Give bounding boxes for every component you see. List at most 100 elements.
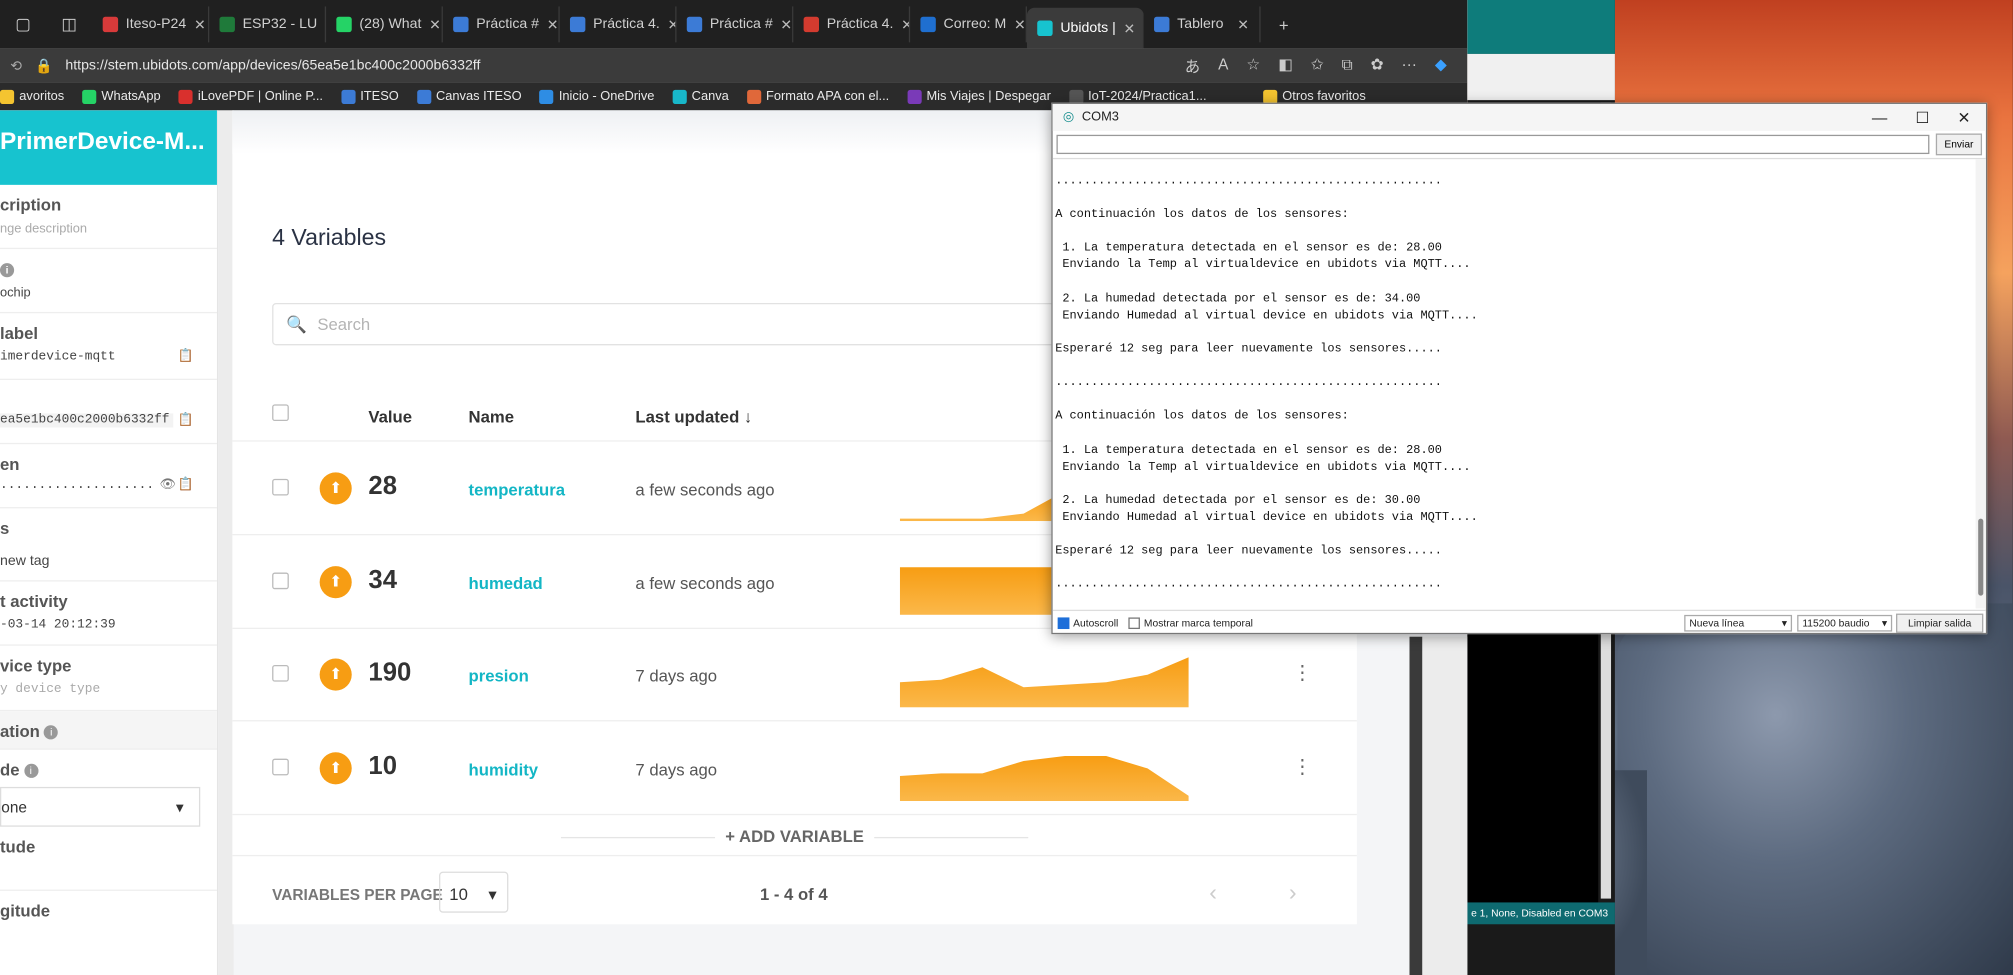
tab-1[interactable]: ESP32 - LU✕ [209, 6, 327, 43]
prev-page-icon[interactable]: ‹ [1209, 879, 1217, 906]
close-tab-icon[interactable]: ✕ [901, 16, 909, 32]
more-menu-icon[interactable]: ··· [1401, 55, 1416, 77]
tab-actions-icon[interactable]: ◫ [46, 14, 92, 35]
serial-monitor-title: COM3 [1081, 110, 1119, 125]
last-updated-header[interactable]: Last updated ↓ [635, 407, 752, 426]
bookmark-icon [746, 89, 761, 104]
close-tab-icon[interactable]: ✕ [194, 16, 206, 32]
back-icon[interactable]: ⟲ [10, 57, 22, 73]
timestamp-checkbox[interactable] [1128, 616, 1141, 629]
bookmark-7[interactable]: Formato APA con el... [746, 89, 889, 104]
bookmark-4[interactable]: Canvas ITESO [416, 89, 522, 104]
info-icon[interactable]: i [0, 263, 15, 278]
tab-6[interactable]: Práctica 4. ✕ [793, 6, 911, 43]
copy-token-icon[interactable]: 📋 [178, 478, 194, 492]
close-icon[interactable]: ✕ [1958, 108, 1971, 126]
tab-label: Tablero [1177, 16, 1224, 33]
close-tab-icon[interactable]: ✕ [1237, 16, 1249, 32]
eye-icon[interactable]: 👁 [160, 478, 176, 492]
tab-label: (28) What [359, 16, 422, 33]
tab-3[interactable]: Práctica # ✕ [443, 6, 560, 43]
search-input[interactable]: 🔍 Search [272, 302, 1069, 346]
variable-name[interactable]: humidity [469, 759, 539, 778]
name-header[interactable]: Name [469, 407, 514, 426]
select-all-checkbox[interactable] [272, 404, 289, 422]
close-tab-icon[interactable]: ✕ [780, 16, 792, 32]
add-variable-button[interactable]: + ADD VARIABLE [232, 827, 1357, 846]
extensions-icon[interactable]: ✿ [1371, 55, 1384, 77]
row-checkbox[interactable] [272, 478, 289, 496]
location-info-icon[interactable]: i [44, 725, 59, 740]
tab-0[interactable]: Iteso-P24 ✕ [92, 6, 210, 43]
tab-9[interactable]: Tablero ✕ [1144, 6, 1261, 43]
background-window-toolbar [1467, 53, 1615, 101]
serial-monitor-titlebar[interactable]: ◎ COM3 — ☐ ✕ [1052, 103, 1986, 131]
close-tab-icon[interactable]: ✕ [1014, 16, 1026, 32]
bookmark-label: WhatsApp [101, 89, 161, 104]
send-button[interactable]: Enviar [1935, 133, 1983, 156]
close-tab-icon[interactable]: ✕ [429, 16, 441, 32]
serial-scroll-thumb[interactable] [1978, 518, 1984, 596]
new-tab-button[interactable]: + [1261, 15, 1307, 34]
serial-scrollbar[interactable] [1975, 159, 1986, 609]
table-row[interactable]: ⬆ 10 humidity 7 days ago ⋮ [232, 721, 1357, 815]
bookmark-8[interactable]: Mis Viajes | Despegar [907, 89, 1051, 104]
baud-select[interactable]: 115200 baudio ▾ [1797, 614, 1893, 632]
serial-options: Autoscroll Mostrar marca temporal Nueva … [1052, 609, 1986, 634]
browser-scrollbar[interactable] [1409, 636, 1423, 975]
per-page-select[interactable]: 10 ▾ [439, 871, 509, 913]
next-page-icon[interactable]: › [1289, 879, 1297, 906]
bookmark-10[interactable]: Otros favoritos [1263, 89, 1366, 104]
read-aloud-icon[interactable]: A [1218, 55, 1228, 77]
variable-name[interactable]: temperatura [469, 480, 565, 499]
collections-icon[interactable]: ⧉ [1342, 55, 1353, 77]
device-name[interactable]: PrimerDevice-M... [0, 110, 217, 185]
variable-name[interactable]: humedad [469, 573, 543, 592]
bookmark-1[interactable]: WhatsApp [82, 89, 161, 104]
mode-select[interactable]: one ▾ [0, 786, 201, 827]
mode-info-icon[interactable]: i [23, 764, 38, 779]
favorite-star-icon[interactable]: ☆ [1246, 55, 1260, 77]
copy-icon[interactable]: 📋 [178, 349, 194, 363]
bookmark-0[interactable]: avoritos [0, 89, 64, 104]
row-checkbox[interactable] [272, 758, 289, 775]
tab-7[interactable]: Correo: M ✕ [910, 6, 1027, 43]
workspaces-icon[interactable]: ▢ [0, 14, 46, 35]
close-tab-icon[interactable]: ✕ [547, 16, 559, 32]
bookmark-6[interactable]: Canva [672, 89, 729, 104]
bookmark-2[interactable]: iLovePDF | Online P... [178, 89, 323, 104]
device-type-field[interactable]: y device type [0, 683, 217, 697]
add-tag-field[interactable]: new tag [0, 553, 217, 568]
value-header[interactable]: Value [368, 407, 412, 426]
line-ending-select[interactable]: Nueva línea ▾ [1684, 614, 1793, 632]
bookmark-5[interactable]: Inicio - OneDrive [539, 89, 654, 104]
tab-2[interactable]: (28) What ✕ [326, 6, 443, 43]
minimize-icon[interactable]: — [1872, 108, 1887, 126]
translate-icon[interactable]: あ [1185, 55, 1200, 77]
tab-8[interactable]: Ubidots | ✕ [1026, 7, 1144, 49]
serial-input[interactable] [1056, 134, 1930, 155]
close-tab-icon[interactable]: ✕ [667, 16, 675, 32]
maximize-icon[interactable]: ☐ [1916, 108, 1930, 126]
bookmark-label: Canvas ITESO [435, 89, 522, 104]
split-screen-icon[interactable]: ◧ [1278, 55, 1293, 77]
favorites-icon[interactable]: ✩ [1311, 55, 1324, 77]
autoscroll-checkbox[interactable] [1057, 616, 1070, 629]
bookmark-3[interactable]: ITESO [340, 89, 399, 104]
lock-icon[interactable]: 🔒 [35, 57, 53, 73]
row-menu-icon[interactable]: ⋮ [1293, 661, 1312, 684]
close-tab-icon[interactable]: ✕ [1124, 20, 1136, 36]
description-field[interactable]: nge description [0, 222, 217, 236]
copilot-icon[interactable]: ◆ [1435, 55, 1447, 77]
copy-id-icon[interactable]: 📋 [178, 413, 194, 427]
tab-4[interactable]: Práctica 4. ✕ [560, 6, 677, 43]
tab-5[interactable]: Práctica # ✕ [677, 6, 794, 43]
clear-output-button[interactable]: Limpiar salida [1896, 613, 1984, 633]
url-field[interactable]: https://stem.ubidots.com/app/devices/65e… [65, 58, 480, 73]
variable-name[interactable]: presion [469, 666, 529, 685]
row-checkbox[interactable] [272, 571, 289, 589]
bookmark-9[interactable]: IoT-2024/Practica1... [1068, 89, 1207, 104]
row-checkbox[interactable] [272, 664, 289, 682]
row-menu-icon[interactable]: ⋮ [1293, 754, 1312, 777]
table-row[interactable]: ⬆ 190 presion 7 days ago ⋮ [232, 628, 1357, 722]
